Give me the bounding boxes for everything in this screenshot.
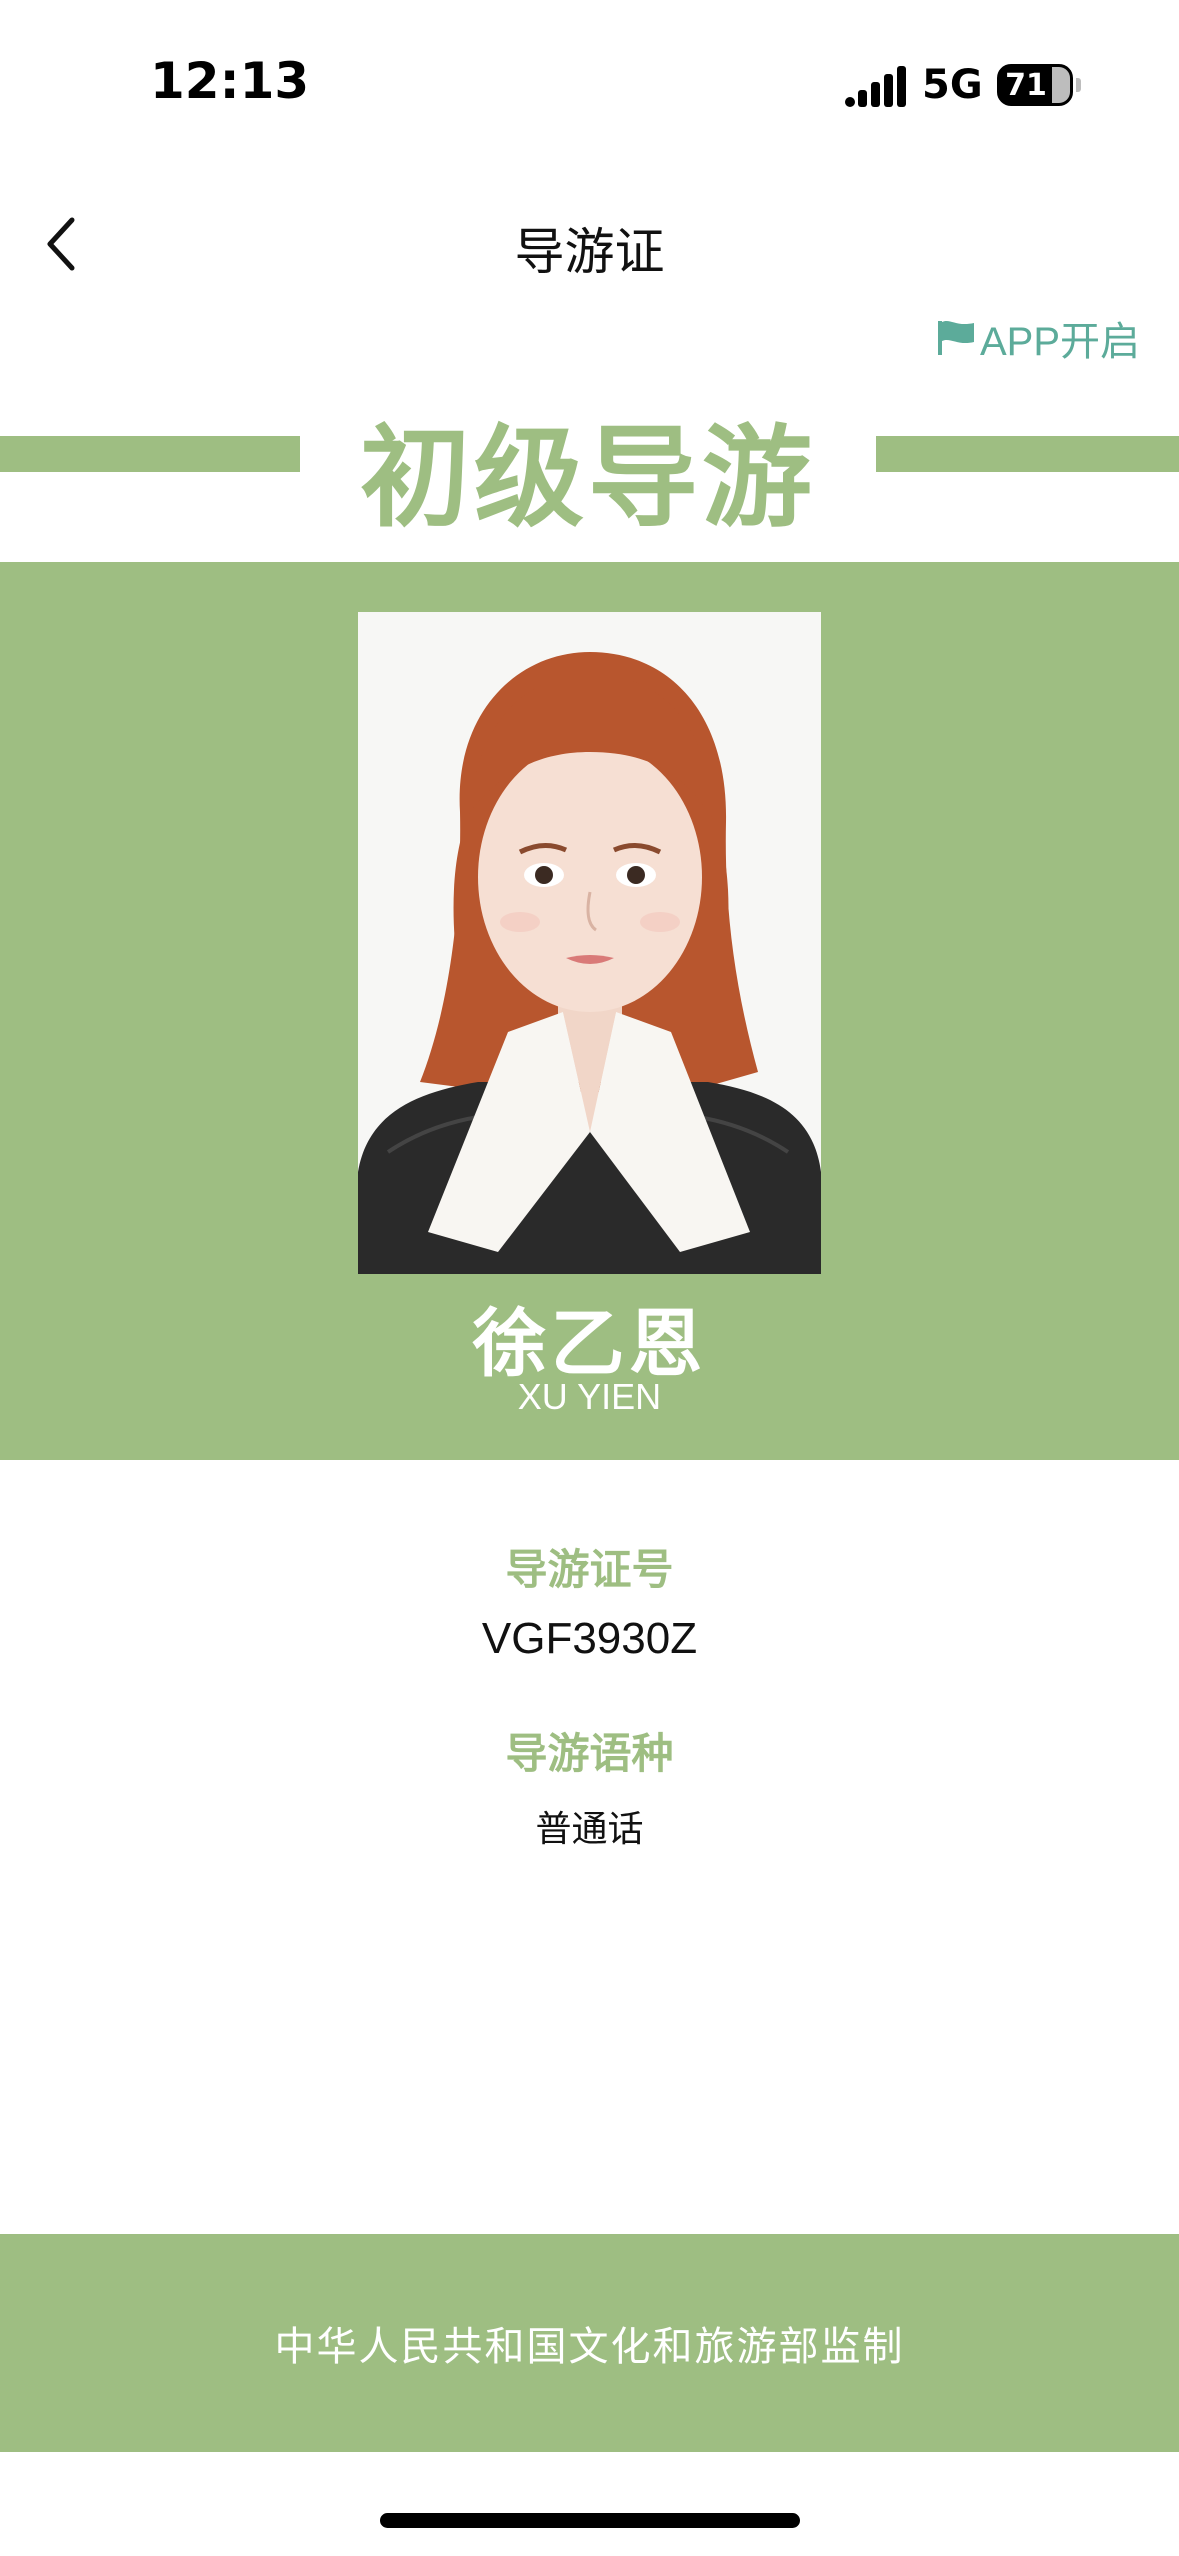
issuer-footer-text: 中华人民共和国文化和旅游部监制 (274, 2324, 905, 2370)
guide-license-page: 12:13 5G 71 导游证 APP开启 初级导游 徐乙恩 XU YIEN 导… (0, 0, 1179, 2556)
license-number-label: 导游证号 (505, 1545, 674, 1594)
battery-tip (1076, 78, 1081, 92)
guide-language-label: 导游语种 (505, 1729, 674, 1778)
status-time: 12:13 (150, 52, 310, 110)
battery-empty-segment (1052, 67, 1070, 103)
status-bar: 12:13 5G 71 (0, 0, 1179, 150)
app-open-link[interactable]: APP开启 (936, 312, 1140, 364)
app-open-label: APP开启 (980, 320, 1141, 364)
license-number-value: VGF3930Z (481, 1614, 698, 1663)
portrait-image (358, 612, 821, 1274)
heading-divider-left (0, 436, 300, 472)
flag-icon (938, 320, 974, 355)
home-indicator[interactable] (380, 2513, 800, 2528)
page-title: 导游证 (514, 223, 665, 281)
guide-language-value: 普通话 (535, 1809, 644, 1850)
holder-photo (358, 612, 821, 1274)
holder-name-pinyin: XU YIEN (517, 1376, 662, 1417)
signal-bars-icon (845, 66, 906, 107)
battery-icon: 71 (997, 64, 1073, 106)
guide-level-title: 初级导游 (360, 414, 816, 542)
holder-name: 徐乙恩 (472, 1301, 707, 1387)
network-type-label: 5G (922, 62, 983, 108)
battery-level-label: 71 (1005, 68, 1047, 103)
heading-divider-right (876, 436, 1179, 472)
